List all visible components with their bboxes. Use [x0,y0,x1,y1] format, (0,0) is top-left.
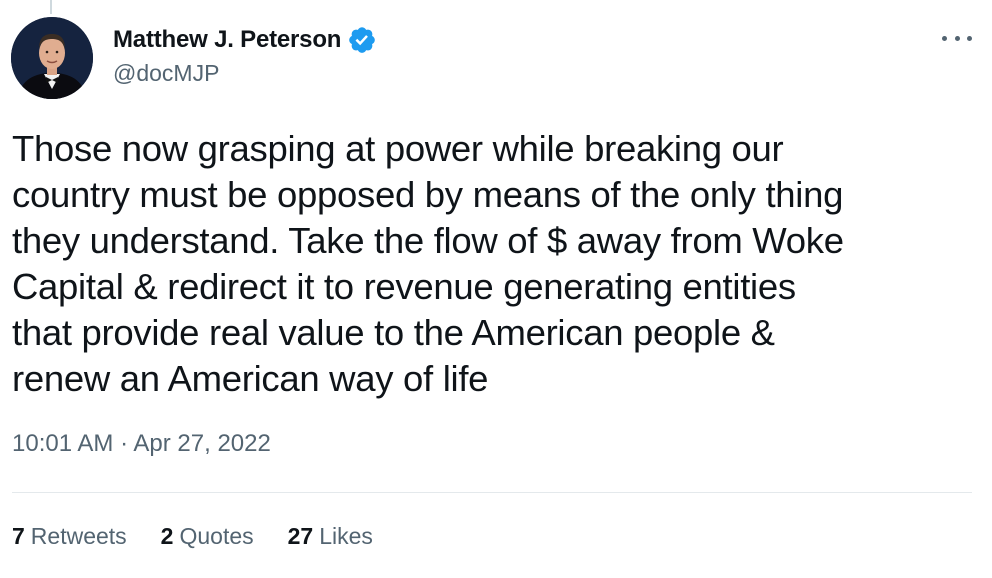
engagement-stats: 7 Retweets 2 Quotes 27 Likes [12,523,373,550]
more-dot [942,35,947,41]
retweets-stat[interactable]: 7 Retweets [12,523,127,550]
author-name-row: Matthew J. Peterson [113,25,377,55]
author-display-name[interactable]: Matthew J. Peterson [113,26,341,54]
tweet-timestamp[interactable]: 10:01 AM · Apr 27, 2022 [12,430,271,458]
thread-connector-line [50,0,52,14]
quotes-count: 2 [160,523,174,549]
likes-stat[interactable]: 27 Likes [288,523,373,550]
more-dot [967,35,972,41]
likes-label: Likes [319,523,373,549]
profile-photo-icon [11,17,93,99]
more-options-icon[interactable] [942,28,972,48]
more-dot [954,35,960,41]
divider [12,492,972,493]
author-handle[interactable]: @docMJP [113,60,219,87]
avatar[interactable] [11,17,93,99]
quotes-label: Quotes [179,523,254,549]
likes-count: 27 [287,523,314,549]
quotes-stat[interactable]: 2 Quotes [161,523,254,550]
verified-badge-icon [349,27,376,53]
retweets-label: Retweets [30,523,127,549]
tweet-text: Those now grasping at power while breaki… [12,128,844,399]
retweets-count: 7 [12,523,25,549]
